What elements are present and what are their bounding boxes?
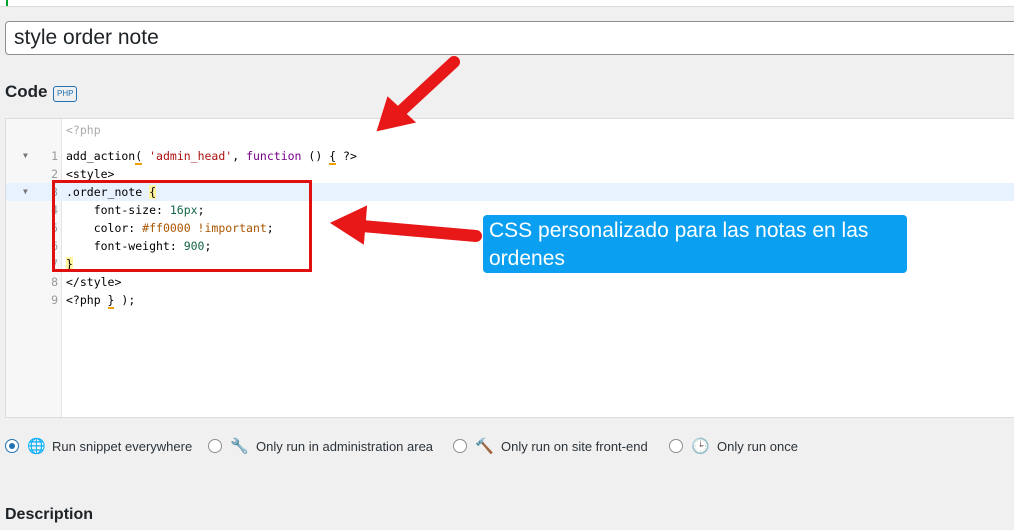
scope-option-label: Run snippet everywhere	[52, 439, 193, 454]
clock-icon: 🕒	[691, 438, 710, 455]
arrow-to-php-tag-shaft	[394, 56, 460, 118]
scope-option-label: Only run on site front-end	[501, 439, 648, 454]
scope-option-label: Only run in administration area	[256, 439, 434, 454]
radio[interactable]	[669, 439, 683, 453]
scope-option-label: Only run once	[717, 439, 798, 454]
annotation-callout: CSS personalizado para las notas en las …	[483, 215, 907, 273]
radio[interactable]	[453, 439, 467, 453]
hammer-icon: 🔨	[475, 438, 494, 455]
description-heading: Description	[5, 506, 94, 523]
globe-icon: 🌐	[27, 438, 46, 455]
arrow-to-css-shaft	[356, 220, 482, 242]
wrench-icon: 🔧	[230, 438, 249, 455]
radio[interactable]	[208, 439, 222, 453]
arrow-to-css-head	[329, 205, 368, 245]
radio-selected[interactable]	[5, 439, 19, 453]
